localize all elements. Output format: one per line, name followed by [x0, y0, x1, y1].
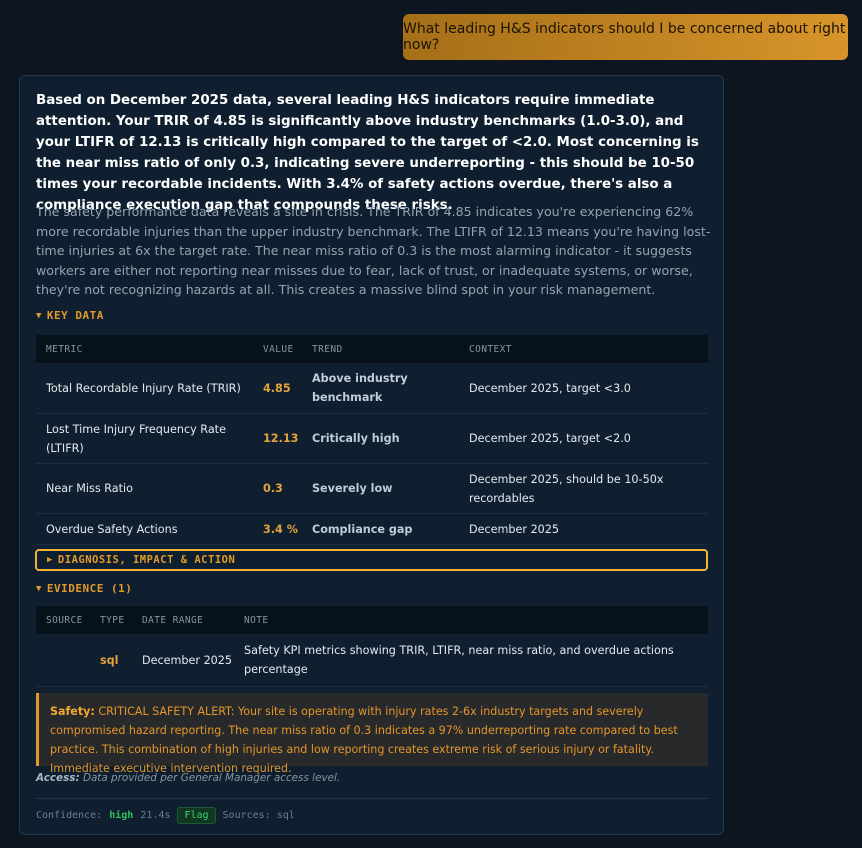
key-data-table: METRIC VALUE TREND CONTEXT Total Recorda…	[36, 335, 708, 545]
evidence-header-row: SOURCE TYPE DATE RANGE NOTE	[36, 606, 708, 634]
metric-cell: Near Miss Ratio	[46, 482, 133, 495]
table-row: sql December 2025 Safety KPI metrics sho…	[36, 634, 708, 687]
safety-alert-label: Safety:	[50, 705, 95, 718]
header-metric: METRIC	[46, 343, 83, 355]
answer-detail: The safety performance data reveals a si…	[36, 204, 711, 297]
caret-right-icon: ▶	[47, 555, 53, 565]
caret-down-icon: ▼	[36, 583, 42, 594]
value-cell: 0.3	[263, 482, 283, 495]
trend-cell: Compliance gap	[312, 522, 413, 536]
access-text: Data provided per General Manager access…	[82, 772, 341, 784]
header-note: NOTE	[244, 614, 269, 626]
safety-alert-text: CRITICAL SAFETY ALERT: Your site is oper…	[50, 705, 678, 775]
date-range-cell: December 2025	[142, 653, 233, 667]
trend-cell: Above industry benchmark	[312, 372, 408, 404]
table-row: Overdue Safety Actions 3.4 % Compliance …	[36, 514, 708, 545]
header-context: CONTEXT	[469, 343, 512, 355]
header-type: TYPE	[100, 614, 125, 626]
table-row: Lost Time Injury Frequency Rate (LTIFR) …	[36, 414, 708, 464]
value-cell: 3.4 %	[263, 522, 298, 536]
answer-summary: Based on December 2025 data, several lea…	[36, 93, 699, 213]
access-label: Access:	[36, 772, 80, 784]
context-cell: December 2025, target <3.0	[469, 381, 631, 395]
note-cell: Safety KPI metrics showing TRIR, LTIFR, …	[244, 644, 674, 676]
flag-button[interactable]: Flag	[177, 806, 216, 824]
key-data-label: KEY DATA	[46, 309, 104, 322]
type-cell: sql	[100, 653, 119, 667]
header-trend: TREND	[312, 343, 343, 355]
caret-down-icon: ▼	[36, 310, 42, 321]
response-duration: 21.4s	[140, 809, 171, 821]
confidence-value: high	[109, 809, 134, 821]
key-data-header-row: METRIC VALUE TREND CONTEXT	[36, 335, 708, 363]
safety-alert: Safety: CRITICAL SAFETY ALERT: Your site…	[36, 693, 708, 775]
confidence-label: Confidence:	[36, 809, 103, 821]
trend-cell: Critically high	[312, 432, 400, 445]
context-cell: December 2025, should be 10-50x recordab…	[469, 472, 664, 505]
answer-footer: Confidence: high 21.4s Flag Sources: sql	[36, 806, 295, 824]
assistant-answer-card: Based on December 2025 data, several lea…	[19, 75, 724, 835]
user-message-text: What leading H&S indicators should I be …	[403, 21, 846, 53]
evidence-label: EVIDENCE (1)	[46, 582, 133, 595]
metric-cell: Total Recordable Injury Rate (TRIR)	[46, 381, 241, 395]
trend-cell: Severely low	[312, 482, 393, 495]
table-row: Total Recordable Injury Rate (TRIR) 4.85…	[36, 363, 708, 414]
evidence-toggle[interactable]: ▼ EVIDENCE (1)	[36, 582, 132, 595]
evidence-table: SOURCE TYPE DATE RANGE NOTE sql December…	[36, 606, 708, 687]
key-data-toggle[interactable]: ▼ KEY DATA	[36, 309, 104, 322]
metric-cell: Lost Time Injury Frequency Rate (LTIFR)	[46, 422, 226, 455]
diagnosis-label: DIAGNOSIS, IMPACT & ACTION	[57, 554, 236, 566]
metric-cell: Overdue Safety Actions	[46, 522, 178, 536]
header-value: VALUE	[263, 343, 294, 355]
value-cell: 4.85	[263, 381, 291, 395]
context-cell: December 2025	[469, 522, 560, 536]
sources-text: Sources: sql	[222, 809, 295, 821]
value-cell: 12.13	[263, 432, 299, 445]
context-cell: December 2025, target <2.0	[469, 432, 631, 445]
header-date-range: DATE RANGE	[142, 614, 204, 626]
header-source: SOURCE	[46, 614, 83, 626]
footer-divider	[36, 798, 708, 799]
access-note: Access: Data provided per General Manage…	[36, 772, 340, 784]
user-message-bubble: What leading H&S indicators should I be …	[403, 14, 848, 60]
table-row: Near Miss Ratio 0.3 Severely low Decembe…	[36, 464, 708, 514]
diagnosis-toggle[interactable]: ▶ DIAGNOSIS, IMPACT & ACTION	[35, 549, 708, 571]
